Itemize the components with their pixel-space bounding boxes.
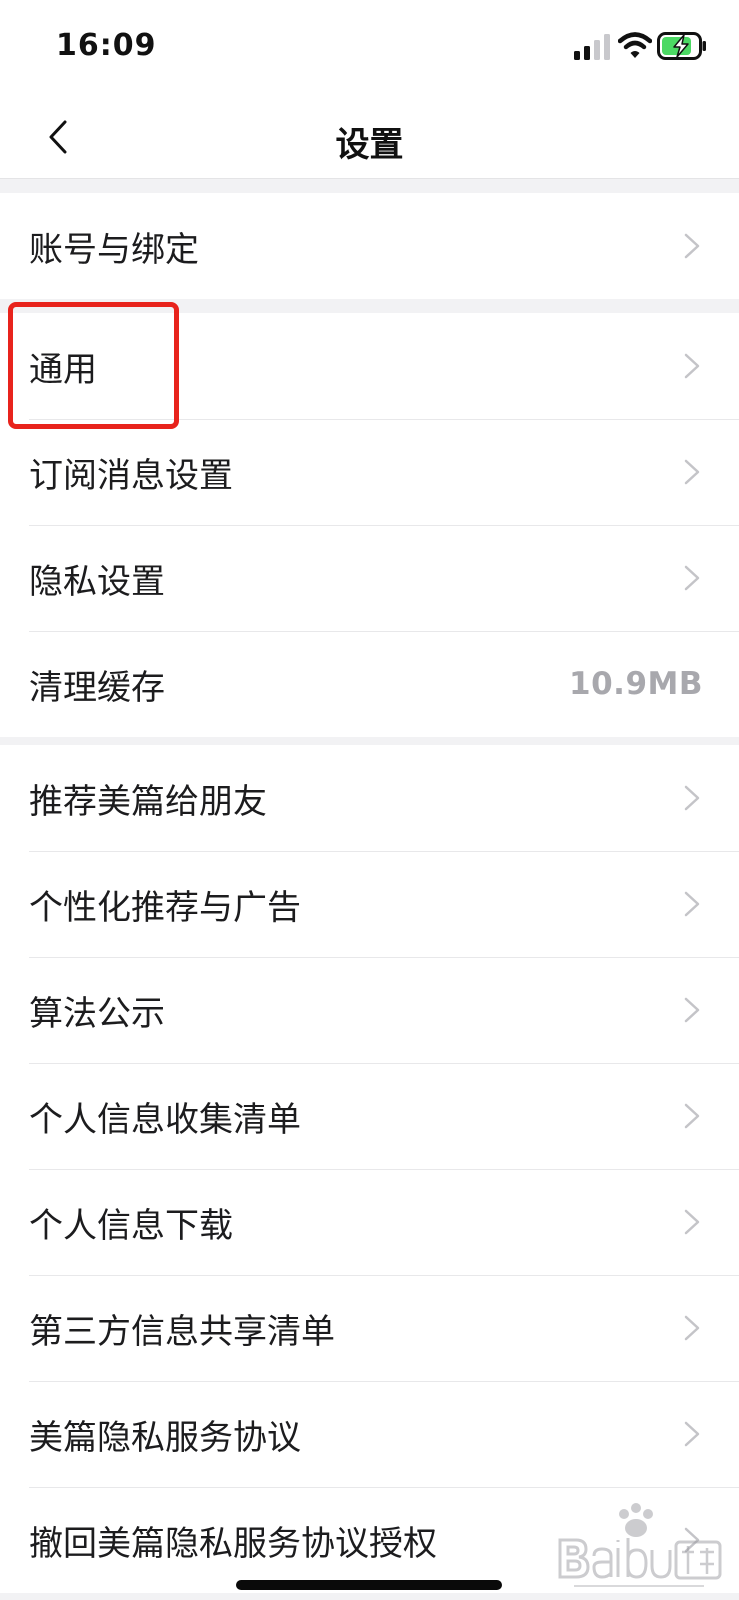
setting-label: 推荐美篇给朋友 — [29, 781, 267, 822]
chevron-right-icon — [684, 1103, 700, 1129]
setting-label: 个人信息收集清单 — [29, 1099, 301, 1140]
chevron-right-icon — [684, 891, 700, 917]
setting-row-recommend-to-friends[interactable]: 推荐美篇给朋友 — [0, 745, 739, 851]
settings-group-general: 通用 订阅消息设置 隐私设置 清理缓存 10.9MB — [0, 313, 739, 737]
setting-row-account-binding[interactable]: 账号与绑定 — [0, 193, 739, 299]
setting-label: 账号与绑定 — [29, 229, 199, 270]
chevron-right-icon — [684, 353, 700, 379]
settings-group-account: 账号与绑定 — [0, 193, 739, 299]
wifi-icon — [618, 32, 652, 58]
baidu-watermark-logo — [558, 1503, 722, 1587]
setting-label: 第三方信息共享清单 — [29, 1311, 335, 1352]
setting-label: 美篇隐私服务协议 — [29, 1417, 301, 1458]
chevron-right-icon — [684, 459, 700, 485]
setting-label: 订阅消息设置 — [29, 455, 233, 496]
home-indicator[interactable] — [236, 1580, 502, 1590]
setting-row-info-download[interactable]: 个人信息下载 — [0, 1169, 739, 1275]
chevron-right-icon — [684, 1209, 700, 1235]
setting-label: 个性化推荐与广告 — [29, 887, 301, 928]
status-time: 16:09 — [56, 28, 157, 63]
chevron-right-icon — [684, 1421, 700, 1447]
setting-row-subscription-messages[interactable]: 订阅消息设置 — [0, 419, 739, 525]
cache-size-value: 10.9MB — [569, 666, 703, 702]
setting-row-personalized-ads[interactable]: 个性化推荐与广告 — [0, 851, 739, 957]
setting-label: 通用 — [29, 349, 97, 390]
setting-row-algorithm-disclosure[interactable]: 算法公示 — [0, 957, 739, 1063]
navigation-bar: 设置 — [0, 95, 739, 179]
chevron-right-icon — [684, 1315, 700, 1341]
chevron-right-icon — [684, 997, 700, 1023]
status-bar: 16:09 — [0, 0, 739, 95]
chevron-right-icon — [684, 565, 700, 591]
chevron-right-icon — [684, 233, 700, 259]
setting-label: 撤回美篇隐私服务协议授权 — [29, 1523, 437, 1564]
setting-row-general[interactable]: 通用 — [0, 313, 739, 419]
setting-label: 清理缓存 — [29, 667, 165, 708]
battery-charging-icon — [657, 32, 706, 60]
setting-label: 算法公示 — [29, 993, 165, 1034]
page-title: 设置 — [335, 125, 404, 165]
chevron-right-icon — [684, 785, 700, 811]
settings-group-privacy-info: 推荐美篇给朋友 个性化推荐与广告 算法公示 个人信息收集清单 个人信息下载 第三… — [0, 745, 739, 1593]
setting-label: 隐私设置 — [29, 561, 165, 602]
setting-row-third-party-sharing[interactable]: 第三方信息共享清单 — [0, 1275, 739, 1381]
setting-label: 个人信息下载 — [29, 1205, 233, 1246]
cellular-signal-icon — [574, 34, 610, 60]
setting-row-privacy-agreement[interactable]: 美篇隐私服务协议 — [0, 1381, 739, 1487]
setting-row-clear-cache[interactable]: 清理缓存 10.9MB — [0, 631, 739, 737]
setting-row-privacy[interactable]: 隐私设置 — [0, 525, 739, 631]
setting-row-info-collection-list[interactable]: 个人信息收集清单 — [0, 1063, 739, 1169]
